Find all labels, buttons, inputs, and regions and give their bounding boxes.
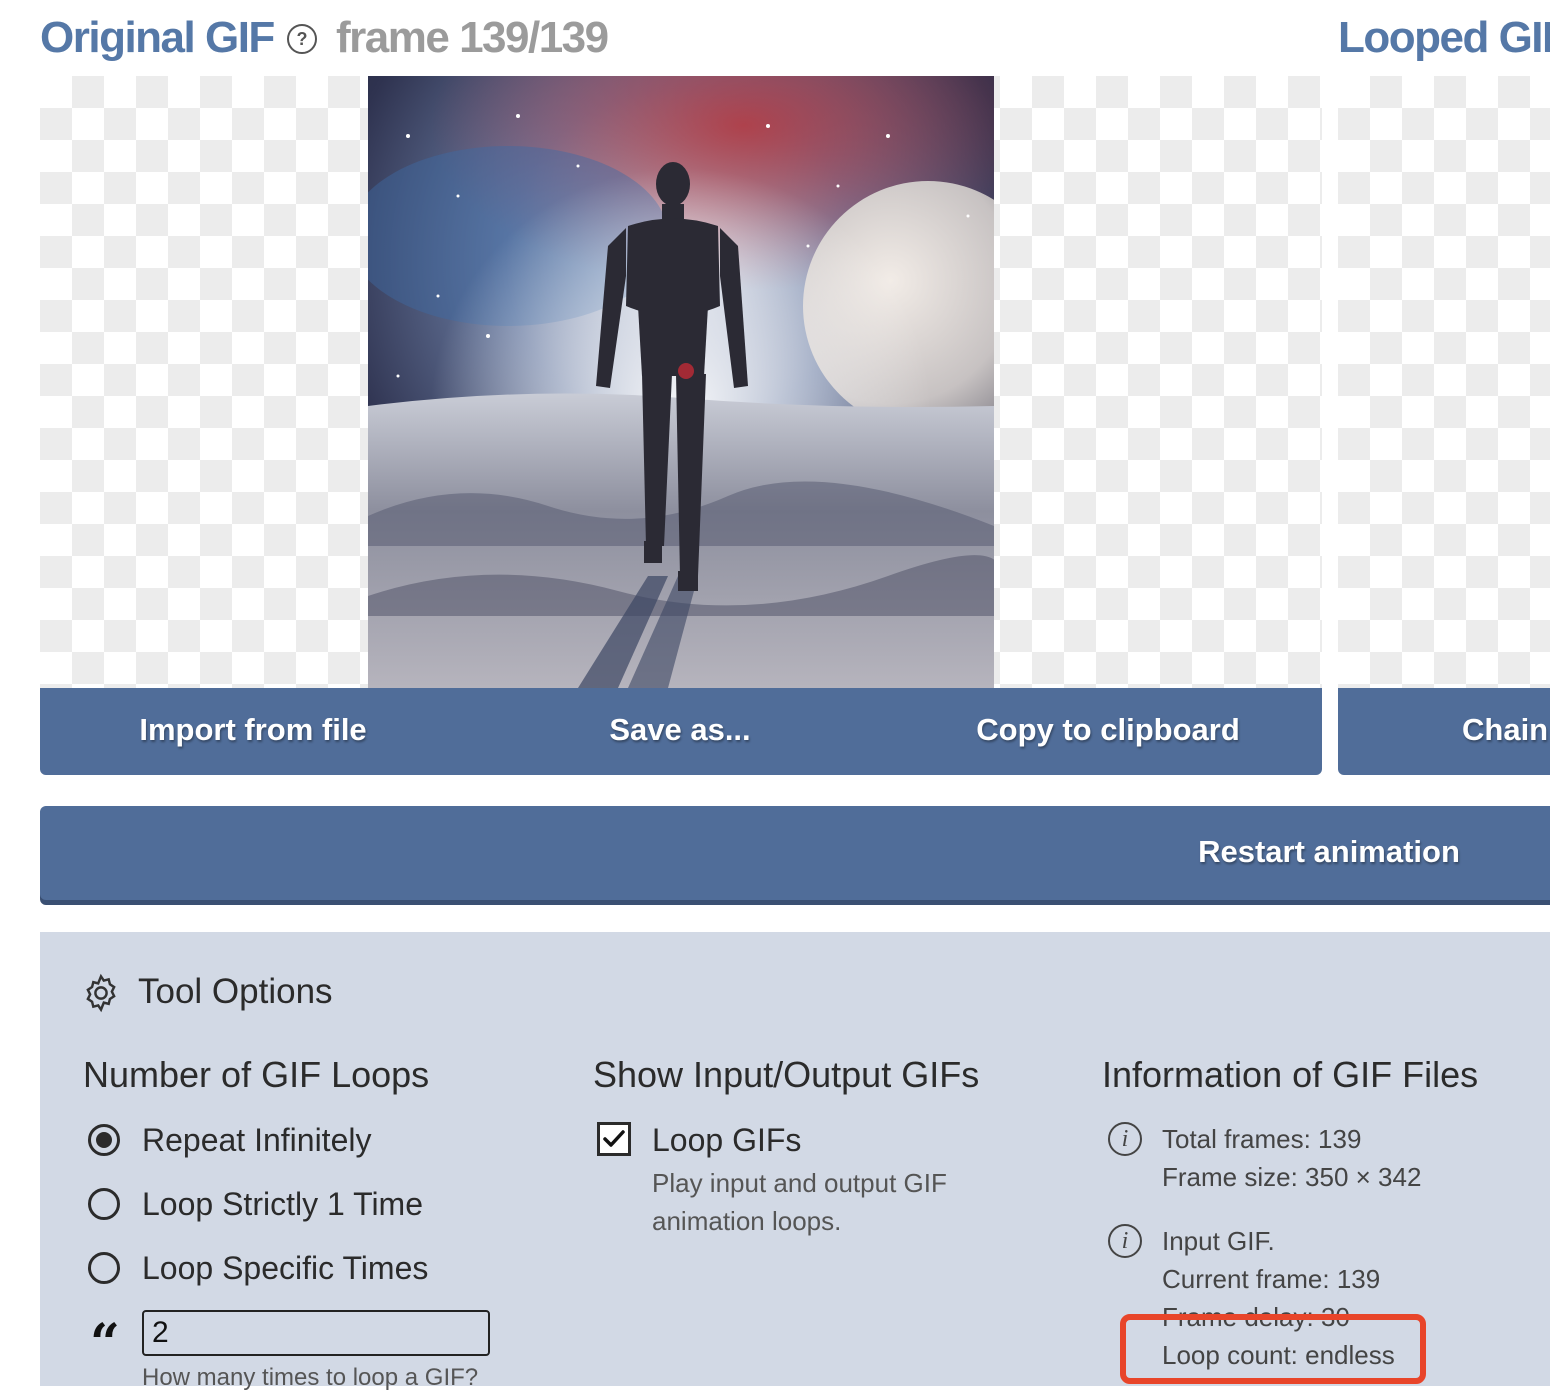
info-icon: i	[1108, 1122, 1142, 1156]
total-frames-text: Total frames: 139	[1162, 1124, 1362, 1154]
loop-gifs-description-line2: animation loops.	[652, 1206, 842, 1236]
looped-gif-title: Looped GIF	[1338, 13, 1550, 62]
radio-label: Repeat Infinitely	[142, 1122, 372, 1158]
loop-count-hint: How many times to loop a GIF?	[142, 1364, 479, 1391]
radio-button[interactable]	[88, 1188, 120, 1220]
loop-count-highlight	[1120, 1314, 1426, 1384]
import-from-file-button[interactable]: Import from file	[139, 712, 366, 748]
radio-button[interactable]	[88, 1252, 120, 1284]
radio-button-checked[interactable]	[88, 1124, 120, 1156]
frame-size-text: Frame size: 350 × 342	[1162, 1162, 1422, 1192]
original-gif-toolbar: Import from file Save as... Copy to clip…	[40, 688, 1322, 775]
loops-section-title: Number of GIF Loops	[83, 1054, 430, 1095]
restart-animation-button[interactable]: Restart animation	[40, 806, 1550, 900]
radio-label: Loop Specific Times	[142, 1250, 429, 1286]
robot-space-scene	[368, 76, 994, 688]
save-as-button[interactable]: Save as...	[609, 712, 750, 748]
tool-options-panel: Tool Options Number of GIF Loops Repeat …	[40, 932, 1550, 1391]
looped-gif-toolbar: Chain	[1338, 688, 1550, 775]
loop-gifs-checkbox[interactable]	[597, 1122, 631, 1156]
info-icon: i	[1108, 1224, 1142, 1258]
gif-frame-image	[368, 76, 994, 688]
input-gif-label: Input GIF.	[1162, 1226, 1275, 1256]
info-section-title: Information of GIF Files	[1102, 1054, 1479, 1095]
radio-repeat-infinitely[interactable]: Repeat Infinitely	[86, 1122, 486, 1164]
tool-options-heading: Tool Options	[138, 972, 333, 1011]
loop-count-input[interactable]	[142, 1310, 490, 1356]
frame-counter: frame 139/139	[336, 13, 609, 62]
help-circle-icon[interactable]: ?	[287, 24, 317, 54]
chain-button[interactable]: Chain	[1462, 712, 1548, 748]
checkmark-icon	[603, 1130, 625, 1147]
original-gif-canvas	[40, 76, 1322, 688]
current-frame-text: Current frame: 139	[1162, 1264, 1381, 1294]
original-gif-title: Original GIF	[40, 13, 275, 62]
gear-icon	[80, 972, 122, 1014]
quote-icon: “	[90, 1313, 120, 1374]
show-gifs-section-title: Show Input/Output GIFs	[593, 1054, 980, 1095]
radio-loop-specific-times[interactable]: Loop Specific Times	[86, 1250, 486, 1292]
loop-gifs-label: Loop GIFs	[652, 1122, 802, 1158]
radio-loop-strictly-once[interactable]: Loop Strictly 1 Time	[86, 1186, 486, 1228]
radio-label: Loop Strictly 1 Time	[142, 1186, 423, 1222]
restart-animation-label: Restart animation	[1198, 834, 1460, 869]
looped-gif-canvas	[1338, 76, 1550, 688]
loop-gifs-description-line1: Play input and output GIF	[652, 1168, 947, 1198]
copy-to-clipboard-button[interactable]: Copy to clipboard	[976, 712, 1240, 748]
